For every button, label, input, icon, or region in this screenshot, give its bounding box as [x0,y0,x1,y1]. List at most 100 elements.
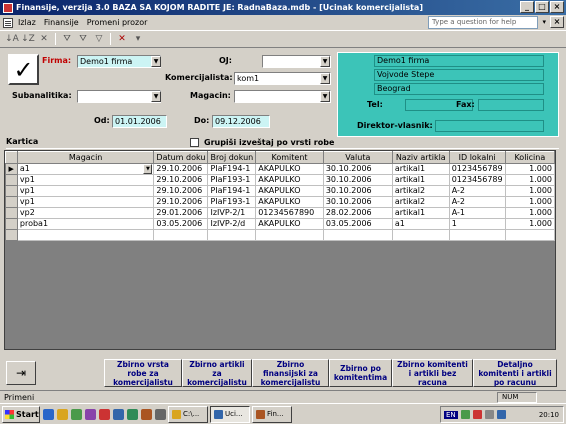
table-cell[interactable] [505,229,555,241]
table-cell[interactable]: ▼ a1 [17,163,155,175]
column-header-magacin[interactable]: Magacin [16,151,155,164]
table-cell[interactable]: artikal1 [392,174,450,186]
table-cell[interactable]: AKAPULKO [255,163,324,175]
help-dropdown-icon[interactable]: ▾ [542,18,546,26]
table-cell[interactable]: a1 [392,218,450,230]
column-header-naziv[interactable]: Naziv artikla [391,151,450,164]
firma-field[interactable]: Demo1 firma [77,55,161,68]
start-button[interactable]: Start [2,405,40,423]
od-date-field[interactable]: 01.01.2006 [112,115,167,128]
record-selector[interactable]: ▶ [5,163,18,175]
table-row[interactable]: vp1 29.10.2006 PIaF193-1 AKAPULKO 30.10.2006… [5,174,555,186]
table-cell[interactable] [392,229,450,241]
table-cell[interactable]: proba1 [17,218,155,230]
cell-dropdown-icon[interactable]: ▼ [143,164,153,174]
table-cell[interactable]: vp1 [17,196,155,208]
apply-filter-icon[interactable]: ▽ [91,32,107,46]
tools-dropdown-icon[interactable]: ▾ [130,32,146,46]
column-header-komitent[interactable]: Komitent [255,151,324,164]
zbirno-artikli-button[interactable]: Zbirno artikli za komercijalistu [182,359,252,387]
table-cell[interactable]: 1.000 [505,163,555,175]
zbirno-finansijski-button[interactable]: Zbirno finansijski za komercijalistu [252,359,329,387]
sort-ascending-icon[interactable]: ↓A [4,32,20,46]
table-cell[interactable]: 1.000 [505,196,555,208]
tray-app-icon[interactable] [496,410,506,419]
select-all-header[interactable] [5,151,18,164]
language-indicator[interactable]: EN [444,410,458,419]
delete-record-icon[interactable]: ✕ [36,32,52,46]
table-cell[interactable]: A-1 [449,207,506,219]
table-cell[interactable]: PIaF193-1 [207,196,257,208]
magacin-dropdown-icon[interactable]: ▼ [320,91,330,102]
table-cell[interactable]: 29.10.2006 [153,163,209,175]
quicklaunch-folder-icon[interactable] [57,408,68,420]
filter-by-form-icon[interactable]: ⛛ [75,32,91,46]
table-cell[interactable]: artikal1 [392,207,450,219]
mdi-close-button[interactable]: × [550,16,564,28]
table-cell[interactable]: A-2 [449,196,506,208]
column-header-kolicina[interactable]: Kolicina [504,151,555,164]
table-cell[interactable]: 1 [449,218,506,230]
table-cell[interactable]: AKAPULKO [255,196,324,208]
apply-check-button[interactable]: ✓ [8,54,39,85]
table-cell[interactable]: vp1 [17,185,155,197]
table-cell[interactable] [323,229,393,241]
table-row[interactable]: proba1 03.05.2006 IzIVP-2/d AKAPULKO 03.05.2… [5,218,555,230]
record-selector[interactable] [5,207,18,219]
table-cell[interactable]: IzIVP-2/1 [207,207,257,219]
record-selector[interactable] [5,229,18,241]
table-cell[interactable] [153,229,209,241]
quicklaunch-media-icon[interactable] [85,408,96,420]
table-cell[interactable] [207,229,257,241]
subanalitika-dropdown-icon[interactable]: ▼ [151,91,161,102]
table-cell[interactable]: artikal2 [392,196,450,208]
table-cell[interactable]: AKAPULKO [255,218,324,230]
table-cell[interactable]: 29.01.2006 [153,207,209,219]
detaljno-komitenti-button[interactable]: Detaljno komitenti i artikli po racunu [473,359,557,387]
table-cell[interactable]: 1.000 [505,185,555,197]
table-cell[interactable]: 29.10.2006 [153,174,209,186]
firma-dropdown-icon[interactable]: ▼ [151,56,161,67]
maximize-button[interactable]: □ [535,1,549,13]
menu-promeni-prozor[interactable]: Promeni prozor [87,18,148,27]
table-cell[interactable]: artikal2 [392,185,450,197]
column-header-id[interactable]: ID lokalni [448,151,506,164]
menu-finansije[interactable]: Finansije [44,18,79,27]
table-cell[interactable]: 28.02.2006 [323,207,393,219]
column-header-broj[interactable]: Broj dokun [207,151,257,164]
table-cell[interactable]: vp2 [17,207,155,219]
network-icon[interactable] [460,410,470,419]
document-icon[interactable] [3,17,13,28]
komercijalista-field[interactable]: kom1 [234,72,331,85]
column-header-datum[interactable]: Datum doku [153,151,209,164]
record-selector[interactable] [5,185,18,197]
table-cell[interactable]: 1.000 [505,207,555,219]
sort-descending-icon[interactable]: ↓Z [20,32,36,46]
minimize-button[interactable]: _ [520,1,534,13]
table-cell[interactable]: 1.000 [505,218,555,230]
table-cell[interactable]: PIaF194-1 [207,185,257,197]
table-cell[interactable]: 03.05.2006 [323,218,393,230]
table-row[interactable]: vp1 29.10.2006 PIaF193-1 AKAPULKO 30.10.2006… [5,196,555,208]
table-cell[interactable]: IzIVP-2/d [207,218,257,230]
oj-dropdown-icon[interactable]: ▼ [320,56,330,67]
quicklaunch-app-icon[interactable] [71,408,82,420]
table-cell[interactable]: 30.10.2006 [323,163,393,175]
task-finansije[interactable]: Fin... [252,405,292,423]
table-cell[interactable]: 1.000 [505,174,555,186]
table-cell[interactable]: vp1 [17,174,155,186]
table-cell[interactable]: 29.10.2006 [153,196,209,208]
table-cell[interactable]: 29.10.2006 [153,185,209,197]
table-row[interactable]: ▶ ▼ a1 29.10.2006 PIaF194-1 AKAPULKO 30.10.200… [5,163,555,175]
task-explorer[interactable]: C:\... [168,405,208,423]
record-selector[interactable] [5,218,18,230]
quicklaunch-access-icon[interactable] [141,408,152,420]
group-by-type-checkbox[interactable] [190,138,199,147]
quicklaunch-acrobat-icon[interactable] [99,408,110,420]
quicklaunch-ie-icon[interactable] [43,408,54,420]
help-search-input[interactable]: Type a question for help [428,16,538,29]
table-cell[interactable] [449,229,506,241]
new-record-row[interactable] [5,229,555,241]
table-row[interactable]: vp1 29.10.2006 PIaF194-1 AKAPULKO 30.10.2006… [5,185,555,197]
quicklaunch-word-icon[interactable] [113,408,124,420]
